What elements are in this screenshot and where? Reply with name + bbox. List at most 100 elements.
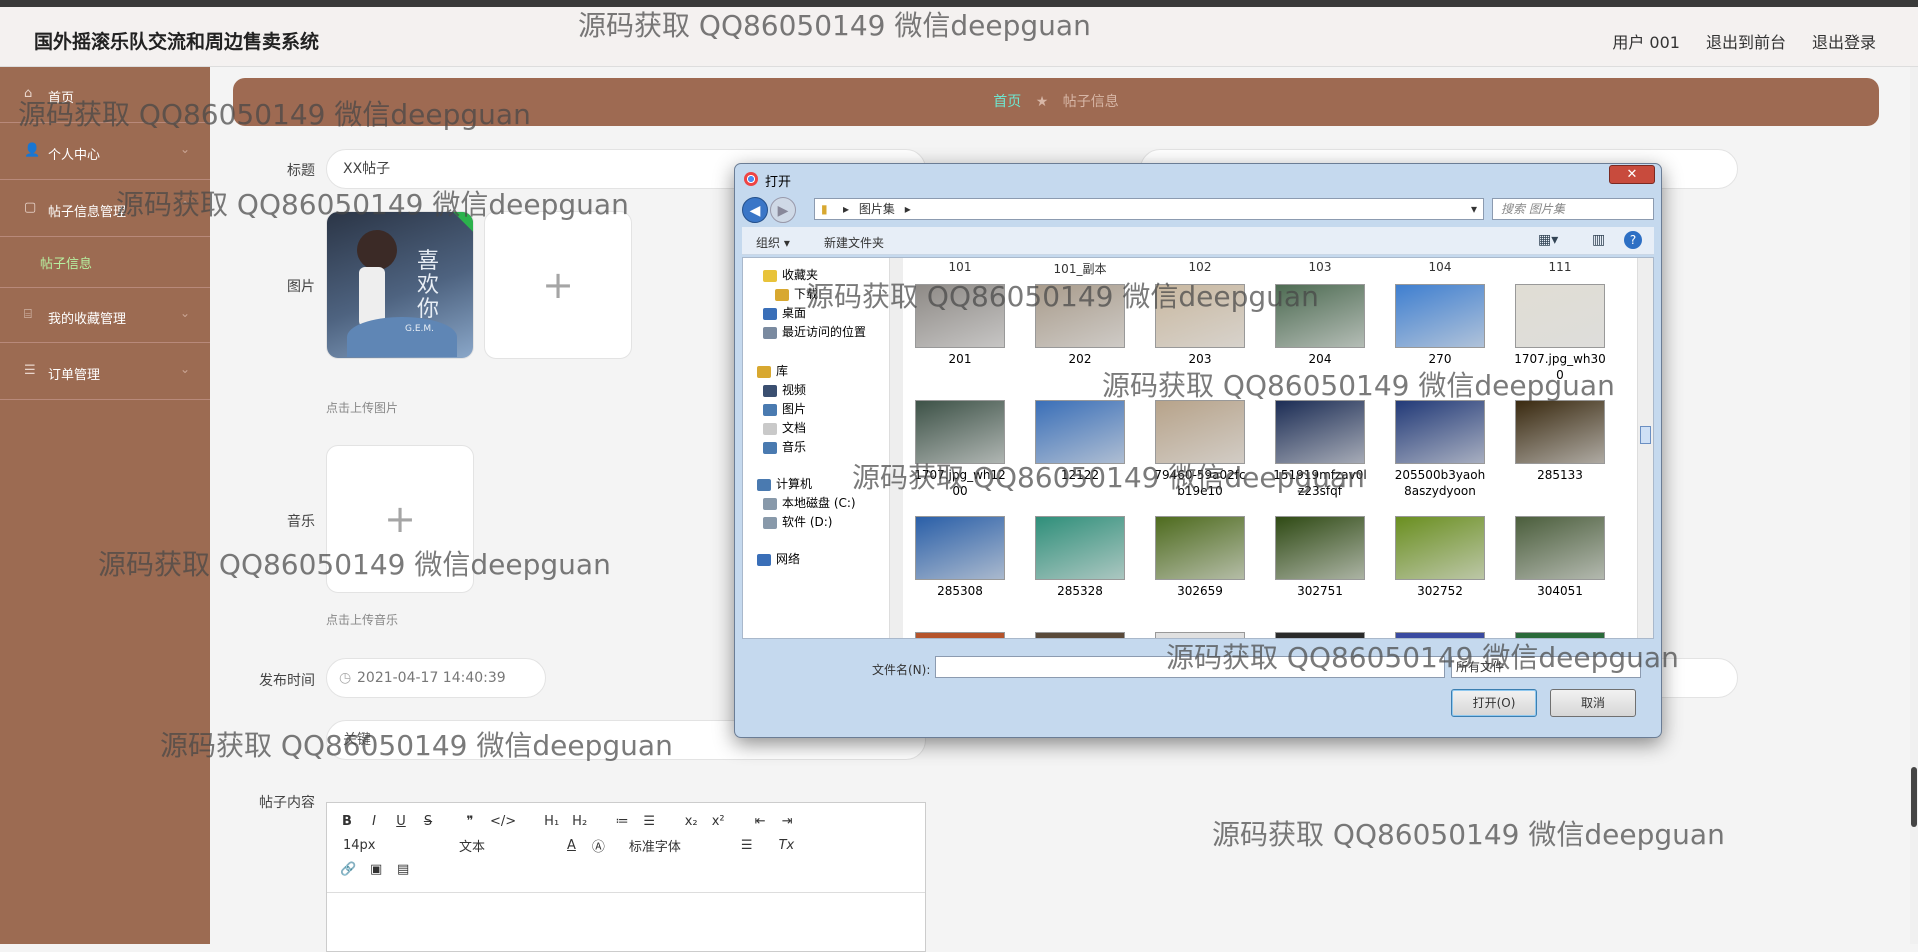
- tree-item[interactable]: 图片: [763, 400, 806, 418]
- file-item-partial[interactable]: [1152, 632, 1248, 638]
- back-icon[interactable]: ◀: [742, 197, 768, 223]
- file-item[interactable]: 204: [1272, 284, 1368, 367]
- grid-scroll-thumb[interactable]: [1640, 426, 1651, 444]
- file-item[interactable]: 79460-59a02fcb19e10: [1152, 400, 1248, 499]
- tree-item[interactable]: 最近访问的位置: [763, 323, 866, 341]
- uploaded-image-thumbnail[interactable]: 喜欢你 G.E.M.: [326, 211, 474, 359]
- address-dropdown-icon[interactable]: ▾: [1471, 199, 1477, 219]
- file-item-partial[interactable]: [1392, 632, 1488, 638]
- tree-item[interactable]: 收藏夹: [763, 266, 818, 284]
- rich-text-editor[interactable]: B I U S ❞ </> H₁ H₂ ≔ ☰ x₂ x² ⇤ ⇥ 14px 文…: [326, 802, 926, 952]
- indent-button[interactable]: ⇥: [780, 814, 794, 829]
- help-icon[interactable]: ?: [1624, 231, 1642, 249]
- file-item[interactable]: 1707.jpg_wh300: [1512, 284, 1608, 383]
- page-scrollbar[interactable]: [1910, 67, 1918, 944]
- file-item[interactable]: 270: [1392, 284, 1488, 367]
- filetype-select[interactable]: 所有文件: [1451, 656, 1641, 678]
- file-item[interactable]: 304051: [1512, 516, 1608, 599]
- dialog-search-input[interactable]: 搜索 图片集: [1492, 198, 1654, 220]
- forward-icon[interactable]: ▶: [770, 197, 796, 223]
- breadcrumb-home[interactable]: 首页: [993, 94, 1021, 110]
- file-label[interactable]: 101: [912, 260, 1008, 274]
- page-scroll-thumb[interactable]: [1911, 767, 1917, 827]
- file-item[interactable]: 285328: [1032, 516, 1128, 599]
- tree-item[interactable]: 视频: [763, 381, 806, 399]
- organize-button[interactable]: 组织 ▾: [756, 234, 790, 251]
- file-item[interactable]: 12122: [1032, 400, 1128, 483]
- video-icon[interactable]: ▤: [396, 862, 410, 877]
- file-item-partial[interactable]: [1032, 632, 1128, 638]
- tree-scrollbar[interactable]: [889, 258, 903, 638]
- exit-to-front-link[interactable]: 退出到前台: [1706, 29, 1786, 53]
- tree-item[interactable]: 下载: [775, 285, 818, 303]
- strike-button[interactable]: S: [421, 814, 435, 829]
- filename-input[interactable]: [935, 656, 1445, 678]
- file-item[interactable]: 285133: [1512, 400, 1608, 483]
- file-label[interactable]: 104: [1392, 260, 1488, 274]
- file-label[interactable]: 111: [1512, 260, 1608, 274]
- superscript-button[interactable]: x²: [711, 814, 725, 829]
- sidebar-item-favorites[interactable]: ⌸ 我的收藏管理 ⌄: [0, 287, 210, 343]
- file-item[interactable]: 151919mfzav0lz23sfqf: [1272, 400, 1368, 499]
- tree-item[interactable]: 网络: [757, 550, 800, 568]
- tree-item[interactable]: 计算机: [757, 475, 812, 493]
- file-item[interactable]: 302659: [1152, 516, 1248, 599]
- view-icon[interactable]: ▦▾: [1538, 232, 1558, 248]
- publish-time-input[interactable]: ◷ 2021-04-17 14:40:39: [326, 658, 546, 698]
- quote-button[interactable]: ❞: [463, 814, 477, 829]
- file-item[interactable]: 205500b3yaoh8aszydyoon: [1392, 400, 1488, 499]
- file-label[interactable]: 103: [1272, 260, 1368, 274]
- clear-format-icon[interactable]: Tx: [779, 838, 795, 853]
- image-icon[interactable]: ▣: [369, 862, 383, 877]
- file-item[interactable]: 203: [1152, 284, 1248, 367]
- underline-button[interactable]: U: [394, 814, 408, 829]
- code-button[interactable]: </>: [490, 814, 516, 829]
- text-type-select[interactable]: 文本: [459, 836, 549, 855]
- file-item[interactable]: 202: [1032, 284, 1128, 367]
- sidebar-item-home[interactable]: ⌂ 首页: [0, 67, 210, 123]
- h2-button[interactable]: H₂: [572, 814, 587, 829]
- file-item[interactable]: 302752: [1392, 516, 1488, 599]
- file-item-partial[interactable]: [912, 632, 1008, 638]
- tree-item[interactable]: 桌面: [763, 304, 806, 322]
- tree-item[interactable]: 文档: [763, 419, 806, 437]
- link-icon[interactable]: 🔗: [340, 862, 356, 877]
- sidebar-item-post-management[interactable]: ▢ 帖子信息管理 ⌃: [0, 181, 210, 237]
- image-upload-box[interactable]: +: [484, 211, 632, 359]
- align-icon[interactable]: ☰: [741, 838, 753, 853]
- file-item-partial[interactable]: [1512, 632, 1608, 638]
- subscript-button[interactable]: x₂: [684, 814, 698, 829]
- italic-button[interactable]: I: [367, 814, 381, 829]
- font-family-select[interactable]: 标准字体: [629, 836, 725, 855]
- address-bar[interactable]: ▮ ▸ 图片集 ▸ ▾: [814, 198, 1484, 220]
- tree-item[interactable]: 音乐: [763, 438, 806, 456]
- grid-scrollbar[interactable]: [1637, 258, 1653, 638]
- user-link[interactable]: 用户 001: [1612, 29, 1680, 53]
- music-upload-box[interactable]: +: [326, 445, 474, 593]
- bullet-list-button[interactable]: ☰: [642, 814, 656, 829]
- file-item[interactable]: 302751: [1272, 516, 1368, 599]
- tree-item[interactable]: 本地磁盘 (C:): [763, 494, 856, 512]
- new-folder-button[interactable]: 新建文件夹: [824, 234, 884, 251]
- file-item[interactable]: 1707.jpg_wh1200: [912, 400, 1008, 499]
- logout-link[interactable]: 退出登录: [1812, 29, 1876, 53]
- tree-item[interactable]: 库: [757, 362, 788, 380]
- background-color-icon[interactable]: Ⓐ: [592, 836, 605, 855]
- bold-button[interactable]: B: [340, 814, 354, 829]
- file-label[interactable]: 101_副本: [1032, 260, 1128, 277]
- cancel-button[interactable]: 取消: [1550, 689, 1636, 717]
- open-button[interactable]: 打开(O): [1451, 689, 1537, 717]
- outdent-button[interactable]: ⇤: [753, 814, 767, 829]
- file-item-partial[interactable]: [1272, 632, 1368, 638]
- preview-pane-icon[interactable]: ▥: [1592, 232, 1605, 248]
- h1-button[interactable]: H₁: [544, 814, 559, 829]
- file-item[interactable]: 201: [912, 284, 1008, 367]
- close-icon[interactable]: ✕: [1609, 165, 1655, 184]
- tree-item[interactable]: 软件 (D:): [763, 513, 832, 531]
- file-item[interactable]: 285308: [912, 516, 1008, 599]
- sidebar-subitem-post-info[interactable]: 帖子信息: [40, 253, 92, 272]
- sidebar-item-orders[interactable]: ☰ 订单管理 ⌄: [0, 344, 210, 400]
- font-color-icon[interactable]: A: [567, 838, 576, 853]
- sidebar-item-personal-center[interactable]: 👤 个人中心 ⌄: [0, 124, 210, 180]
- file-label[interactable]: 102: [1152, 260, 1248, 274]
